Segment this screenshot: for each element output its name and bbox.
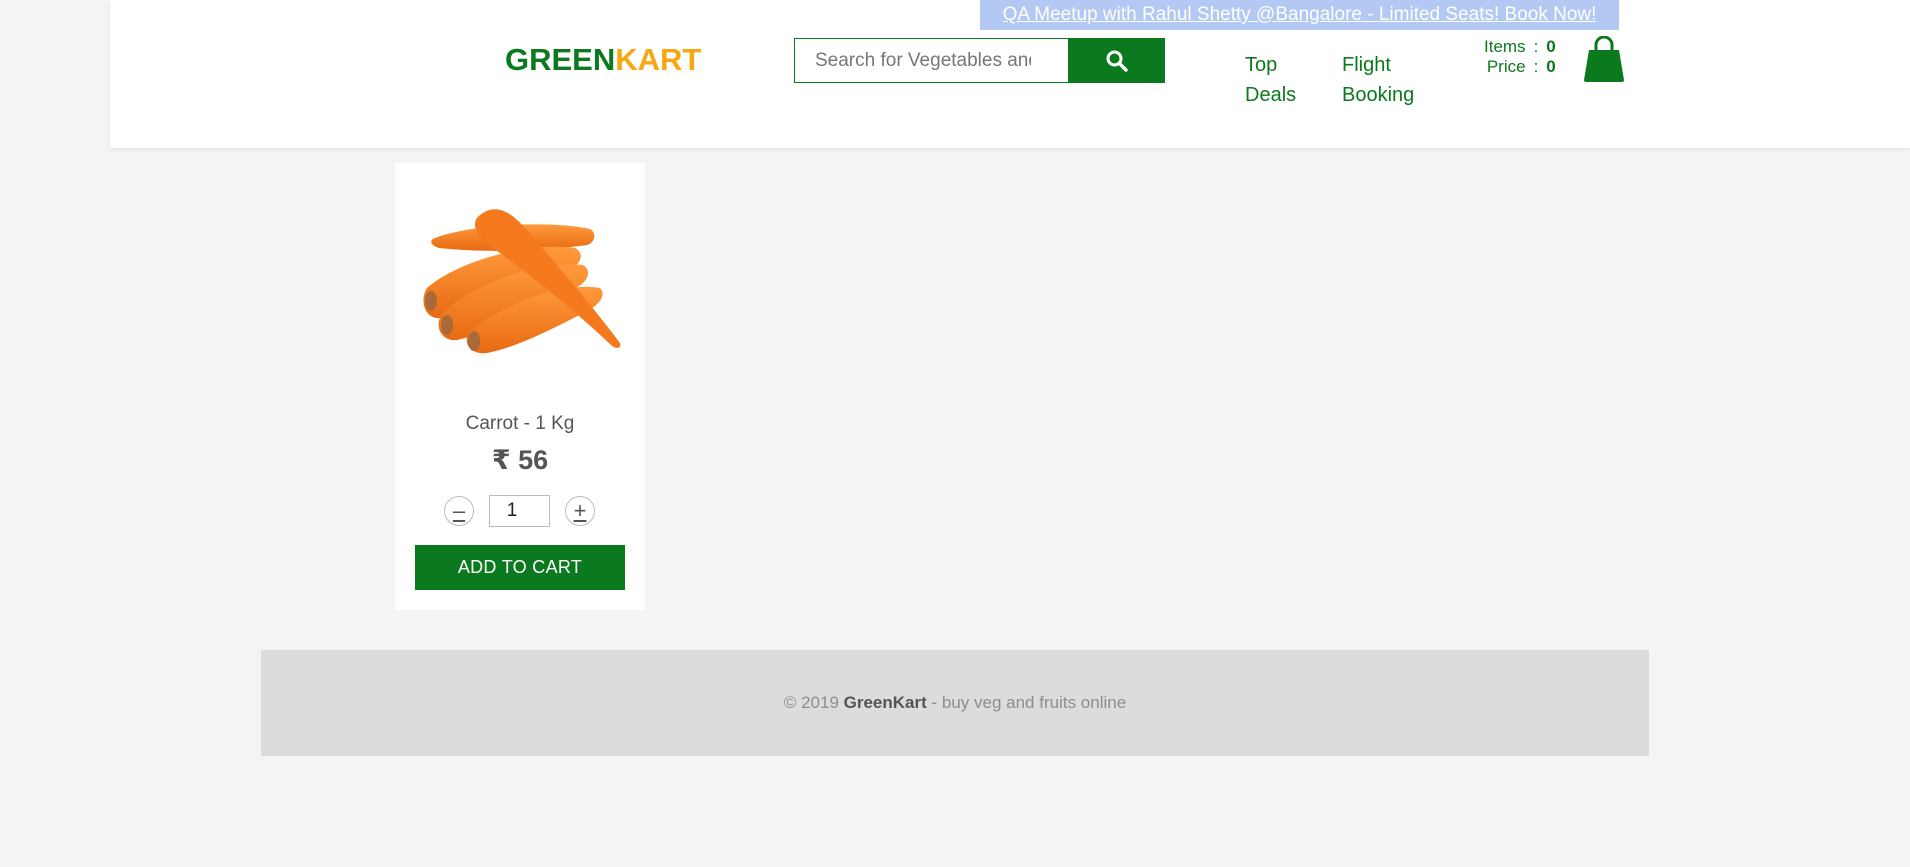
nav-flight-booking[interactable]: Flight Booking <box>1342 50 1414 110</box>
cart-button[interactable] <box>1583 35 1625 82</box>
add-to-cart-button[interactable]: ADD TO CART <box>415 545 625 590</box>
product-card: Carrot - 1 Kg ₹ 56 – + ADD TO CART <box>395 163 645 610</box>
search-button[interactable] <box>1068 38 1165 83</box>
search-bar <box>794 38 1165 83</box>
footer-text: © 2019 GreenKart - buy veg and fruits on… <box>784 693 1126 713</box>
nav-flight-booking-line2: Booking <box>1342 84 1415 106</box>
footer-copyright: © 2019 <box>783 693 844 712</box>
quantity-input[interactable] <box>489 495 550 527</box>
search-icon <box>1106 50 1128 72</box>
nav-top-deals-line2: Deals <box>1245 84 1297 106</box>
promo-link[interactable]: QA Meetup with Rahul Shetty @Bangalore -… <box>1003 4 1597 26</box>
increment-button[interactable]: + <box>565 496 595 526</box>
cart-price-label: Price <box>1486 57 1526 76</box>
cart-items-count: 0 <box>1546 37 1556 56</box>
product-name: Carrot - 1 Kg <box>465 413 575 434</box>
minus-icon: – <box>452 498 466 523</box>
footer-brand: GreenKart <box>843 693 927 712</box>
decrement-button[interactable]: – <box>444 496 474 526</box>
cart-items-label: Items <box>1484 37 1526 56</box>
site-footer: © 2019 GreenKart - buy veg and fruits on… <box>261 650 1649 756</box>
cart-price-separator: : <box>1533 57 1539 76</box>
carrot-product-image <box>423 209 621 354</box>
plus-icon: + <box>573 498 587 523</box>
cart-summary: Items : 0 Price : 0 <box>1480 37 1560 77</box>
product-price: ₹ 56 <box>491 445 549 475</box>
logo-kart-text: KART <box>615 42 702 77</box>
nav-flight-booking-line1: Flight <box>1342 54 1391 76</box>
shopping-bag-icon <box>1584 35 1624 82</box>
logo-green-text: GREEN <box>505 42 616 77</box>
nav-top-deals-line1: Top <box>1245 54 1278 76</box>
cart-items-separator: : <box>1533 37 1539 56</box>
footer-tagline: - buy veg and fruits online <box>926 693 1127 712</box>
quantity-stepper: – + <box>444 495 596 527</box>
search-input[interactable] <box>794 38 1068 83</box>
cart-price-value: 0 <box>1546 57 1556 76</box>
greenkart-logo: GREENKART <box>505 42 701 78</box>
promo-banner: QA Meetup with Rahul Shetty @Bangalore -… <box>980 0 1619 30</box>
nav-top-deals[interactable]: Top Deals <box>1245 50 1296 110</box>
